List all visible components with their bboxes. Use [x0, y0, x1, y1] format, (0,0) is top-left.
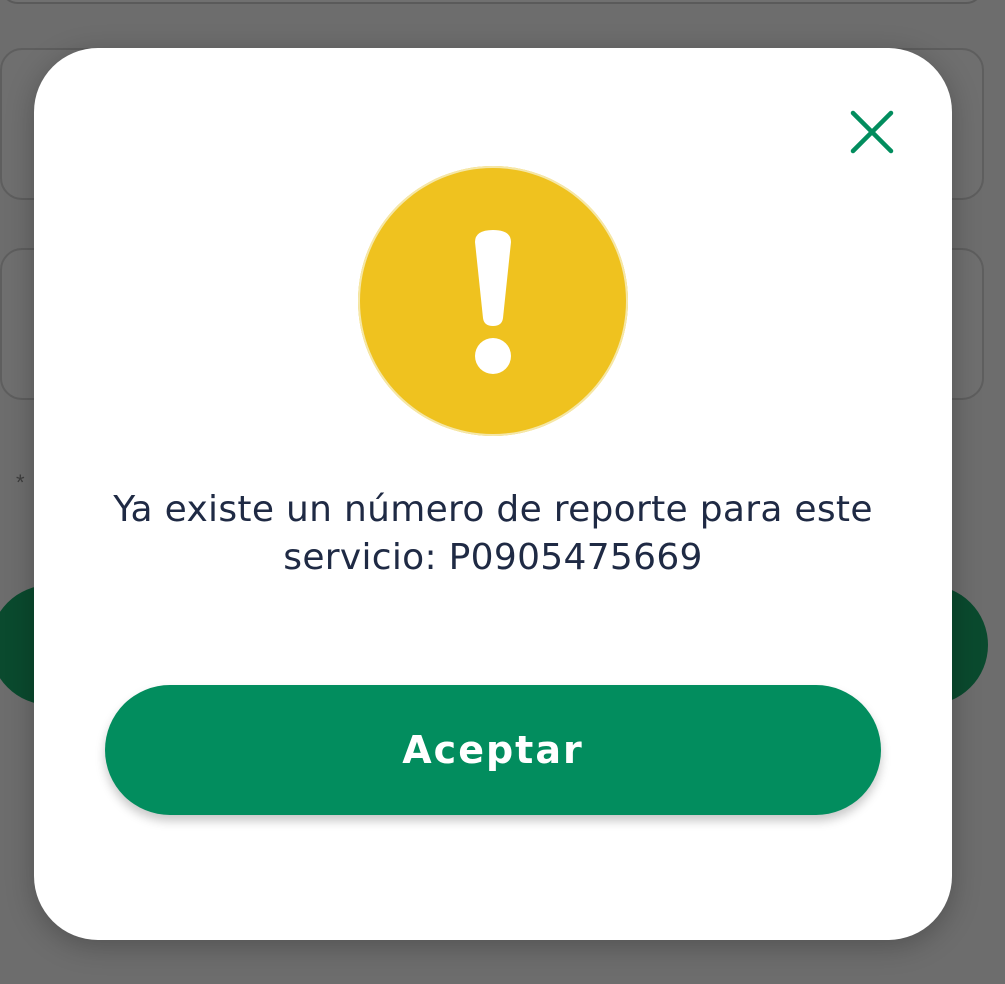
warning-badge	[358, 166, 628, 436]
accept-button[interactable]: Aceptar	[105, 685, 881, 815]
alert-dialog: Ya existe un número de reporte para este…	[34, 48, 952, 940]
background-required-asterisk: *	[16, 470, 25, 495]
dialog-message-line: servicio: P0905475669	[283, 537, 703, 578]
close-button[interactable]	[844, 104, 900, 160]
background-field-top	[0, 0, 984, 4]
dialog-message-line: Ya existe un número de reporte para este	[113, 489, 873, 530]
dialog-message: Ya existe un número de reporte para este…	[74, 486, 912, 582]
close-icon	[850, 110, 894, 154]
exclamation-icon	[475, 230, 511, 374]
